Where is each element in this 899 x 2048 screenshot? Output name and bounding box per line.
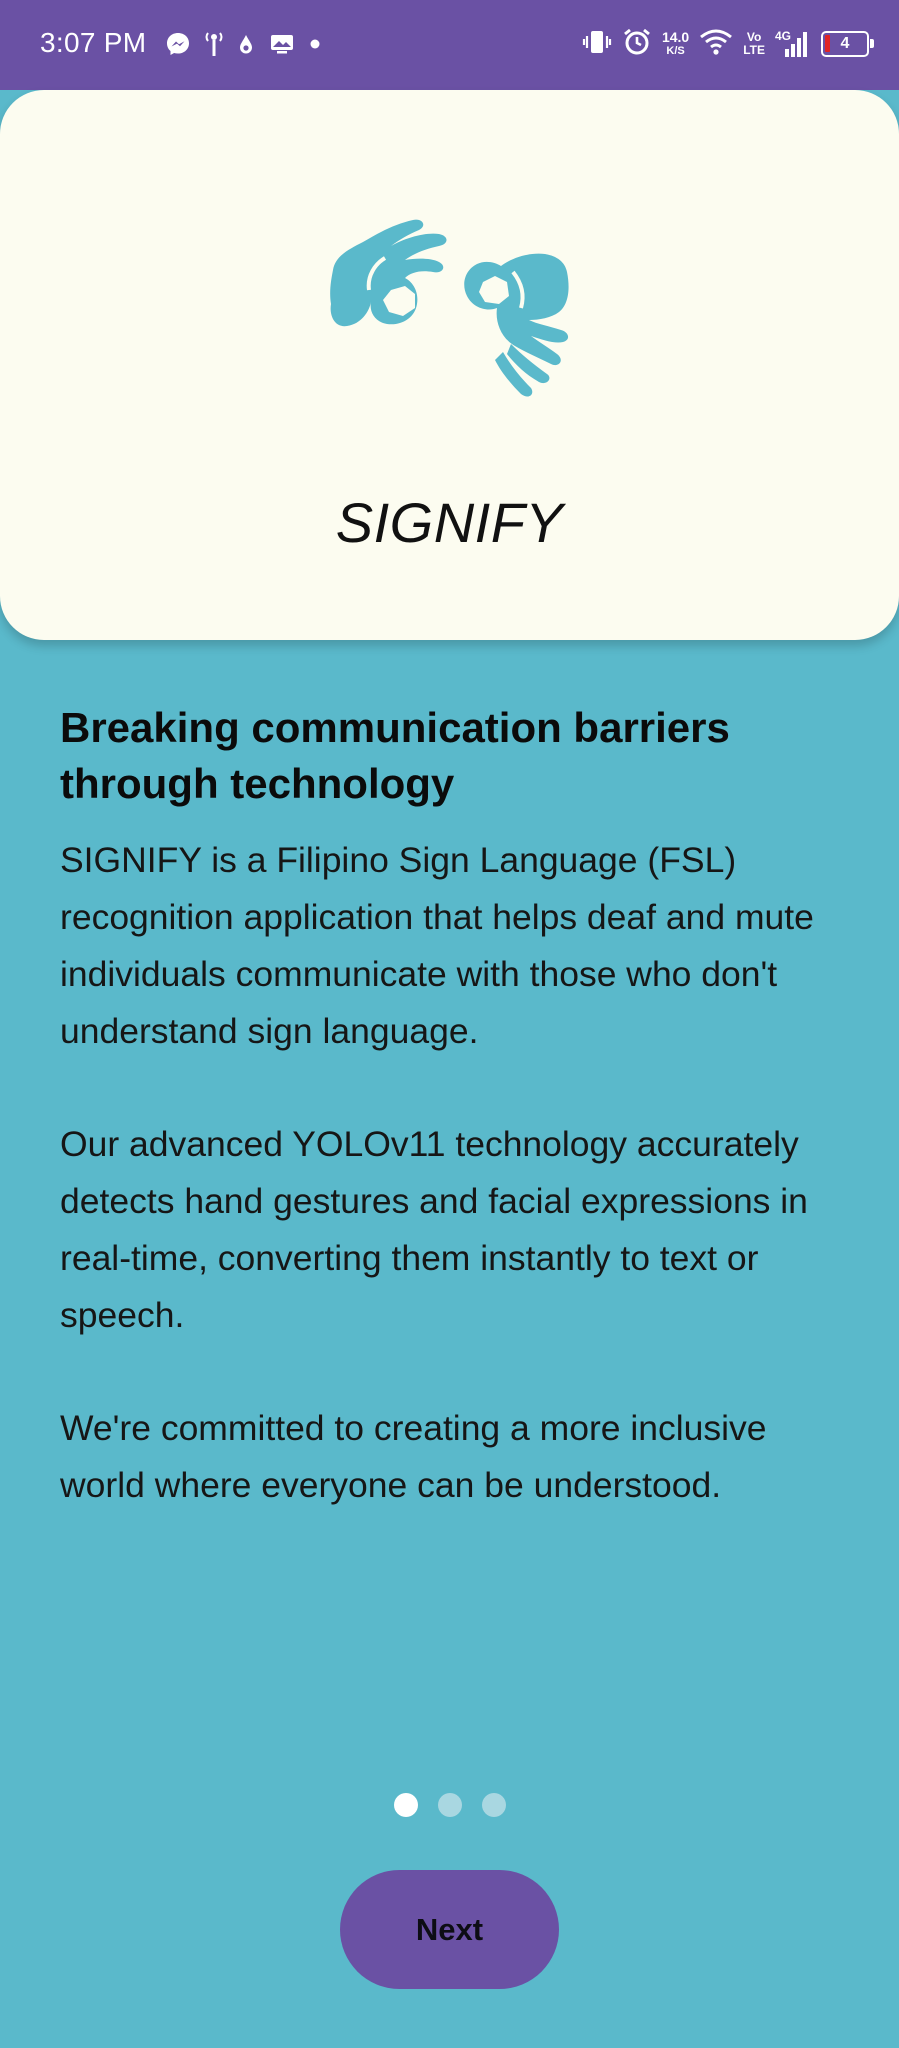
network-speed-value: 14.0 [661, 29, 690, 45]
tower-icon [205, 30, 223, 63]
sign-language-hands-icon [330, 219, 569, 397]
system-icons: 14.0 K/S Vo LTE 4G 4 [582, 24, 874, 64]
page-indicator [0, 1793, 899, 1817]
about-content: Breaking communication barriers through … [60, 700, 860, 1514]
page-dot-3[interactable] [481, 1793, 506, 1817]
signal-icon: 4G [775, 29, 811, 59]
technology-paragraph: Our advanced YOLOv11 technology accurate… [60, 1124, 808, 1335]
gallery-icon [269, 32, 295, 61]
description-paragraph: SIGNIFY is a Filipino Sign Language (FSL… [60, 840, 814, 1051]
app-name: SIGNIFY [335, 491, 564, 554]
network-speed: 14.0 K/S [662, 30, 689, 58]
network-speed-unit: K/S [666, 45, 685, 57]
status-time: 3:07 PM [40, 27, 147, 58]
page-dot-1[interactable] [393, 1793, 418, 1817]
wifi-icon [699, 28, 733, 61]
header-card: SIGNIFY [0, 90, 899, 640]
page-dot-2[interactable] [437, 1793, 462, 1817]
mission-paragraph: We're committed to creating a more inclu… [60, 1408, 767, 1505]
messenger-icon [165, 31, 191, 62]
drop-icon [237, 32, 255, 61]
vibrate-icon [582, 27, 612, 62]
status-bar: 3:07 PM 14.0 K/S Vo LTE 4G 4 [0, 0, 899, 90]
battery-icon: 4 [821, 31, 874, 57]
volte-indicator: Vo LTE [743, 31, 765, 57]
dot-icon [309, 37, 321, 55]
battery-level: 4 [840, 35, 850, 52]
notification-icons [165, 30, 321, 62]
next-button[interactable]: Next [340, 1870, 559, 1989]
volte-bottom: LTE [743, 43, 765, 57]
page-headline: Breaking communication barriers through … [60, 704, 730, 807]
alarm-icon [622, 27, 652, 62]
